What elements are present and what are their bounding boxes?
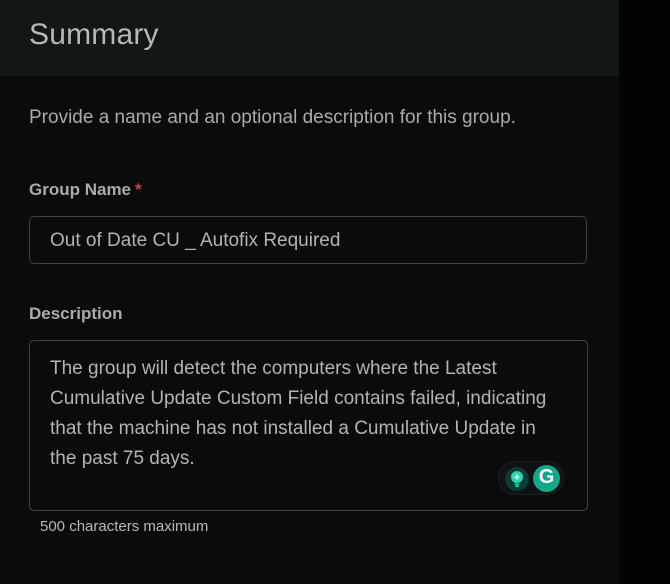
intro-text: Provide a name and an optional descripti…	[29, 107, 516, 128]
required-asterisk: *	[135, 180, 142, 199]
summary-panel: Summary Provide a name and an optional d…	[0, 0, 619, 584]
grammarly-g-icon[interactable]: G	[533, 465, 560, 492]
grammarly-g-letter: G	[538, 466, 555, 488]
sparkle-bulb-icon[interactable]	[505, 467, 529, 491]
description-helper-text: 500 characters maximum	[40, 518, 209, 535]
writing-assistant-widget[interactable]: G	[498, 461, 564, 495]
description-value: The group will detect the computers wher…	[50, 358, 547, 469]
group-name-value: Out of Date CU _ Autofix Required	[50, 230, 341, 251]
group-name-label: Group Name *	[29, 180, 142, 200]
description-label-text: Description	[29, 304, 123, 323]
page-title: Summary	[29, 18, 159, 51]
description-textarea[interactable]: The group will detect the computers wher…	[29, 340, 588, 511]
group-name-input[interactable]: Out of Date CU _ Autofix Required	[29, 216, 587, 264]
description-label: Description	[29, 304, 123, 324]
group-name-label-text: Group Name	[29, 180, 132, 199]
summary-header: Summary	[0, 0, 619, 76]
right-gutter	[619, 0, 670, 584]
